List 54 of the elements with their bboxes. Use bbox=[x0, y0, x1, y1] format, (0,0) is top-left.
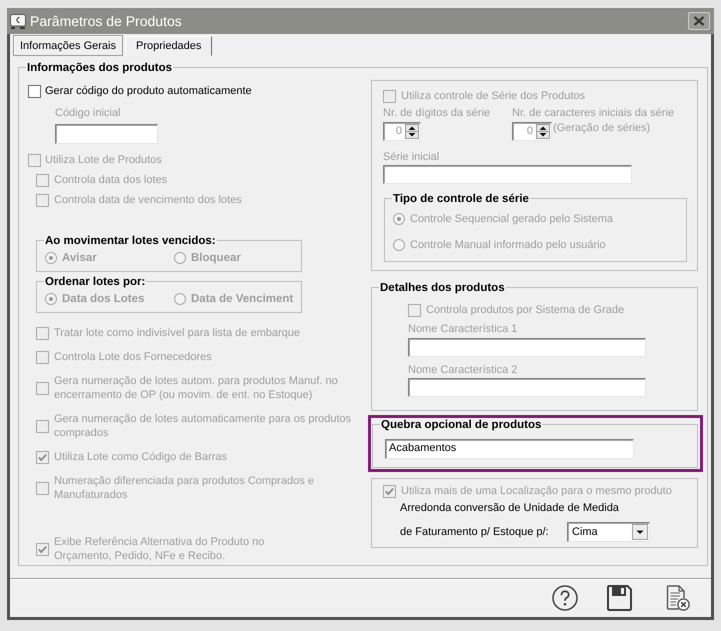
field-label: Nr. de dígitos da série bbox=[383, 107, 490, 120]
tab[interactable]: Informações Gerais bbox=[13, 35, 123, 56]
help-icon bbox=[552, 585, 578, 611]
window-title: Parâmetros de Produtos bbox=[30, 12, 183, 30]
checkbox-label: Controla produtos por Sistema de Grade bbox=[426, 303, 624, 317]
group-title: Detalhes dos produtos bbox=[379, 281, 506, 295]
checkbox-label: Gera numeração de lotes automaticamente para os produtos comprados bbox=[54, 412, 352, 440]
field-label: Série inicial bbox=[383, 151, 440, 164]
checkbox-label: Exibe Referência Alternativa do Produto no Orçamento, Pedido, NFe e Recibo. bbox=[54, 535, 264, 563]
checkbox-label: Gera numeração de lotes autom. para produtos Manuf. no encerramento de OP (ou movim. de ent. no Estoque) bbox=[54, 374, 338, 402]
checkbox-label: Utiliza controle de Série dos Produtos bbox=[401, 89, 586, 103]
cancel-button[interactable] bbox=[666, 585, 690, 611]
checkbox-label: Utiliza Lote como Código de Barras bbox=[54, 450, 228, 464]
checkbox-label: Tratar lote como indivisível para lista de embarque bbox=[54, 326, 300, 340]
radio-label: Bloquear bbox=[191, 251, 241, 265]
input-field[interactable]: Acabamentos bbox=[385, 439, 634, 459]
input-field[interactable] bbox=[55, 124, 158, 144]
checkbox-label: Controla data de vencimento dos lotes bbox=[54, 193, 242, 207]
radio-label: Controle Manual informado pelo usuário bbox=[410, 238, 606, 252]
input-field[interactable] bbox=[383, 165, 632, 184]
field-label: Arredonda conversão de Unidade de Medida bbox=[400, 501, 619, 515]
field-label: Nome Característica 2 bbox=[408, 364, 518, 377]
group-title: Tipo de controle de série bbox=[392, 192, 530, 206]
dropdown-field[interactable]: Cima bbox=[567, 522, 650, 542]
checkbox-label: Utiliza Lote de Produtos bbox=[45, 153, 162, 167]
radio-label: Avisar bbox=[62, 251, 97, 265]
tab[interactable]: Propriedades bbox=[124, 36, 212, 56]
spin-arrows-icon bbox=[405, 124, 419, 139]
group-title: Quebra opcional de produtos bbox=[380, 418, 542, 432]
radio-label: Data dos Lotes bbox=[62, 292, 144, 306]
input-field[interactable] bbox=[408, 378, 646, 397]
checkbox-label: Gerar código do produto automaticamente bbox=[45, 84, 252, 98]
checkbox-label: Controla Lote dos Fornecedores bbox=[54, 350, 212, 364]
document-x-icon bbox=[666, 585, 690, 611]
field-label: Código inicial bbox=[55, 107, 120, 120]
field-label: Nome Característica 1 bbox=[408, 323, 518, 336]
checkbox-label: Numeração diferenciada para produtos Comprados e Manufaturados bbox=[54, 474, 314, 502]
group-title: Ordenar lotes por: bbox=[44, 275, 146, 289]
radio-label: Data de Venciment bbox=[191, 292, 294, 306]
field-label: de Faturamento p/ Estoque p/: bbox=[400, 525, 549, 539]
field-note: (Geração de séries) bbox=[553, 122, 650, 135]
help-button[interactable] bbox=[552, 585, 578, 611]
close-icon bbox=[693, 16, 705, 26]
checkbox-label: Utiliza mais de uma Localização para o mesmo produto bbox=[401, 484, 672, 498]
field-label: Nr. de caracteres iniciais da série bbox=[512, 107, 674, 120]
save-button[interactable] bbox=[607, 585, 632, 611]
input-field[interactable] bbox=[408, 338, 646, 357]
app-icon bbox=[10, 14, 26, 28]
checkbox-label: Controla data dos lotes bbox=[54, 173, 168, 187]
radio-label: Controle Sequencial gerado pelo Sistema bbox=[410, 212, 614, 226]
group-title: Informações dos produtos bbox=[26, 61, 174, 75]
checkbox[interactable] bbox=[28, 84, 41, 98]
spin-arrows-icon bbox=[536, 124, 550, 139]
close-button[interactable] bbox=[688, 12, 710, 30]
